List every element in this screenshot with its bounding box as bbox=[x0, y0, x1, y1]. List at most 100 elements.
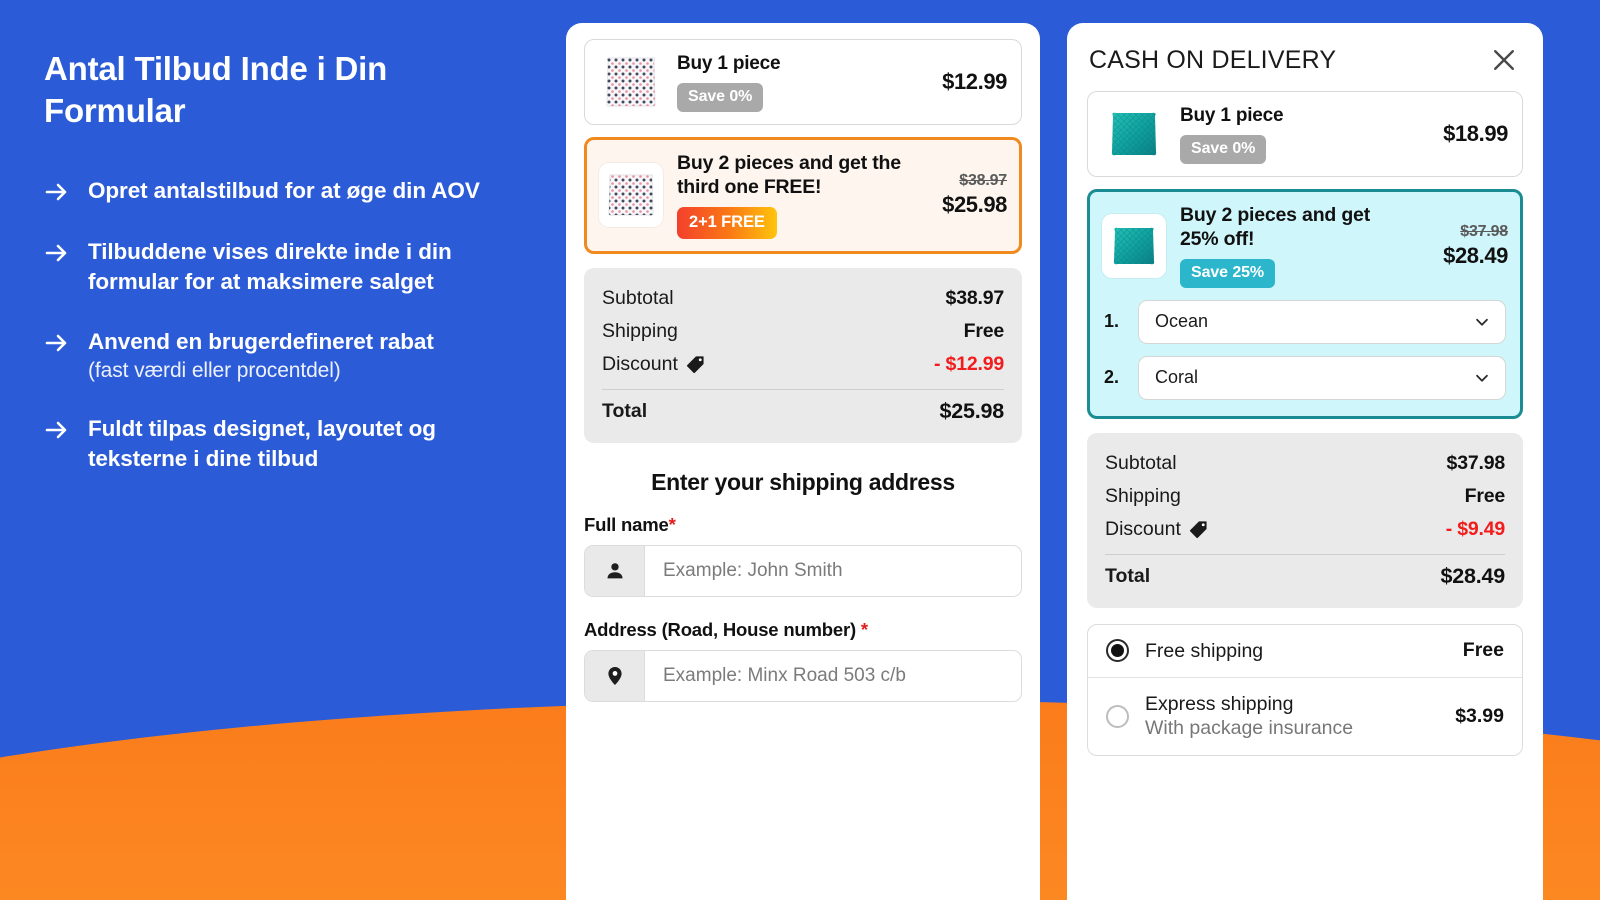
promo-feature-list: Opret antalstilbud for at øge din AOV Ti… bbox=[44, 176, 522, 473]
field-label-text: Address (Road, House number) bbox=[584, 618, 856, 640]
full-name-input[interactable]: Example: John Smith bbox=[645, 546, 1021, 596]
arrow-right-icon bbox=[44, 238, 70, 268]
cod-offer-option-buy-1[interactable]: Buy 1 piece Save 0% $18.99 bbox=[1087, 91, 1523, 177]
list-item: Fuldt tilpas designet, layoutet og tekst… bbox=[44, 414, 522, 473]
offer-body: Buy 2 pieces and get 25% off! Save 25% bbox=[1166, 204, 1412, 288]
summary-value: Free bbox=[1464, 484, 1506, 507]
summary-divider bbox=[602, 388, 1004, 390]
summary-value: - $12.99 bbox=[934, 352, 1004, 375]
variant-row: 1. Ocean bbox=[1104, 299, 1506, 344]
price-tag-icon bbox=[1189, 520, 1208, 539]
summary-label: Subtotal bbox=[602, 286, 674, 309]
field-label-text: Full name bbox=[584, 513, 669, 535]
shipping-method-label: Express shipping With package insurance bbox=[1145, 692, 1439, 741]
summary-label: Discount bbox=[602, 353, 705, 376]
cod-offer-option-buy-2-get-25-off[interactable]: Buy 2 pieces and get 25% off! Save 25% $… bbox=[1087, 189, 1523, 419]
summary-row-discount: Discount - $12.99 bbox=[602, 348, 1004, 381]
shipping-method-label: Free shipping bbox=[1145, 639, 1264, 662]
full-name-input-group[interactable]: Example: John Smith bbox=[584, 544, 1022, 597]
summary-value: $28.49 bbox=[1440, 563, 1505, 588]
radio-free-shipping[interactable] bbox=[1106, 639, 1129, 663]
offer-price: $18.99 bbox=[1443, 121, 1508, 146]
screen-root: Antal Tilbud Inde i Din Formular Opret a… bbox=[0, 0, 1600, 900]
field-address: Address (Road, House number) * Example: … bbox=[584, 619, 1022, 702]
variant-select-2[interactable]: Coral bbox=[1138, 355, 1506, 400]
variant-select-value: Coral bbox=[1155, 367, 1199, 388]
offer-price-block: $18.99 bbox=[1412, 121, 1508, 147]
list-item: Opret antalstilbud for at øge din AOV bbox=[44, 176, 522, 207]
summary-label: Total bbox=[1105, 564, 1151, 587]
cash-on-delivery-panel: CASH ON DELIVERY Buy 1 piece Save 0% $18… bbox=[1067, 23, 1543, 900]
required-marker: * bbox=[668, 513, 676, 535]
summary-value: - $9.49 bbox=[1445, 517, 1506, 540]
offer-title: Buy 2 pieces and get 25% off! bbox=[1180, 204, 1370, 250]
location-pin-icon bbox=[585, 650, 645, 701]
promo-item-label: Opret antalstilbud for at øge din AOV bbox=[88, 178, 480, 204]
order-summary: Subtotal $38.97 Shipping Free Discount -… bbox=[584, 267, 1022, 443]
shipping-method-list: Free shipping Free Express shipping With… bbox=[1087, 623, 1523, 756]
offer-price-block: $12.99 bbox=[911, 69, 1007, 95]
variant-row: 2. Coral bbox=[1104, 355, 1506, 400]
summary-label: Shipping bbox=[602, 319, 678, 342]
offer-price-block: $38.97 $25.98 bbox=[911, 172, 1007, 218]
summary-label: Subtotal bbox=[1105, 451, 1177, 474]
summary-row-total: Total $28.49 bbox=[1105, 559, 1505, 594]
promo-item-subtext: (fast værdi eller procentdel) bbox=[88, 358, 341, 382]
promo-item-main-text: Anvend en brugerdefineret rabat bbox=[88, 328, 434, 354]
field-label: Full name* bbox=[584, 514, 1022, 536]
variant-select-value: Ocean bbox=[1155, 311, 1209, 332]
summary-label-text: Discount bbox=[602, 352, 678, 375]
offer-old-price: $37.98 bbox=[1460, 222, 1508, 240]
order-form-panel: Buy 1 piece Save 0% $12.99 Buy 2 pieces … bbox=[566, 23, 1040, 900]
close-icon[interactable] bbox=[1487, 43, 1521, 77]
summary-row-total: Total $25.98 bbox=[602, 394, 1004, 429]
summary-value: $25.98 bbox=[939, 398, 1004, 423]
offer-badge: Save 0% bbox=[1180, 134, 1267, 164]
summary-value: $37.98 bbox=[1446, 451, 1506, 474]
offer-title: Buy 1 piece bbox=[677, 53, 781, 75]
promo-item-label: Tilbuddene vises direkte inde i din form… bbox=[88, 239, 452, 295]
offer-price-block: $37.98 $28.49 bbox=[1412, 223, 1508, 269]
variant-index: 1. bbox=[1104, 311, 1120, 332]
offer-badge: 2+1 FREE bbox=[677, 206, 777, 239]
variant-select-1[interactable]: Ocean bbox=[1138, 299, 1506, 344]
variant-selector-list: 1. Ocean 2. Coral bbox=[1102, 299, 1508, 404]
offer-body: Buy 1 piece Save 0% bbox=[663, 52, 911, 112]
offer-title: Buy 1 piece bbox=[1180, 105, 1284, 127]
offer-option-buy-2-get-1-free[interactable]: Buy 2 pieces and get the third one FREE!… bbox=[584, 137, 1022, 254]
arrow-right-icon bbox=[44, 415, 70, 445]
summary-row-subtotal: Subtotal $38.97 bbox=[602, 282, 1004, 315]
shipping-method-title: Express shipping bbox=[1145, 692, 1294, 715]
arrow-right-icon bbox=[44, 328, 70, 358]
offer-price: $25.98 bbox=[942, 192, 1007, 218]
chevron-down-icon bbox=[1473, 313, 1491, 331]
field-label: Address (Road, House number) * bbox=[584, 619, 1022, 641]
product-thumbnail-dotted-pillow bbox=[599, 163, 663, 228]
list-item: Anvend en brugerdefineret rabat (fast væ… bbox=[44, 327, 522, 384]
summary-row-shipping: Shipping Free bbox=[602, 315, 1004, 348]
cod-order-summary: Subtotal $37.98 Shipping Free Discount -… bbox=[1087, 432, 1523, 608]
shipping-method-free[interactable]: Free shipping Free bbox=[1088, 625, 1522, 677]
arrow-right-icon bbox=[44, 177, 70, 207]
address-input-group[interactable]: Example: Minx Road 503 c/b bbox=[584, 649, 1022, 702]
summary-value: Free bbox=[963, 319, 1005, 342]
summary-label: Discount bbox=[1105, 518, 1208, 541]
offer-body: Buy 1 piece Save 0% bbox=[1166, 104, 1412, 164]
summary-label: Shipping bbox=[1105, 484, 1181, 507]
offer-old-price: $38.97 bbox=[959, 172, 1007, 190]
summary-label-text: Discount bbox=[1105, 517, 1181, 540]
list-item: Tilbuddene vises direkte inde i din form… bbox=[44, 237, 522, 296]
product-thumbnail-teal-pillow bbox=[1102, 213, 1166, 278]
offer-option-buy-1[interactable]: Buy 1 piece Save 0% $12.99 bbox=[584, 39, 1022, 125]
field-full-name: Full name* Example: John Smith bbox=[584, 514, 1022, 597]
summary-row-subtotal: Subtotal $37.98 bbox=[1105, 447, 1505, 480]
variant-index: 2. bbox=[1104, 367, 1120, 388]
radio-express-shipping[interactable] bbox=[1106, 704, 1129, 728]
product-thumbnail-teal-pillow bbox=[1102, 102, 1166, 166]
shipping-method-express[interactable]: Express shipping With package insurance … bbox=[1088, 676, 1522, 755]
summary-label: Total bbox=[602, 399, 648, 422]
cod-header: CASH ON DELIVERY bbox=[1087, 39, 1523, 91]
summary-value: $38.97 bbox=[945, 286, 1005, 309]
offer-price: $12.99 bbox=[942, 69, 1007, 94]
address-input[interactable]: Example: Minx Road 503 c/b bbox=[645, 651, 1021, 701]
